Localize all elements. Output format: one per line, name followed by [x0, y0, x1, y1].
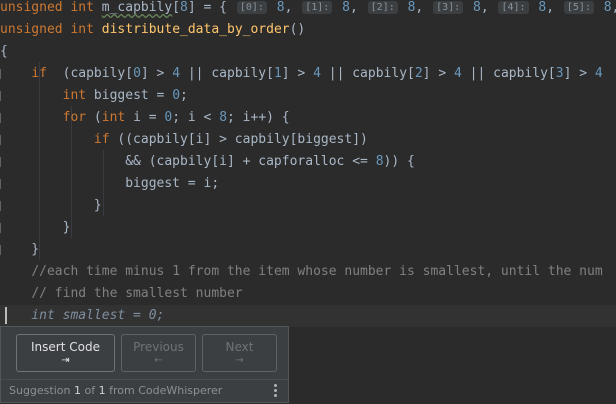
code-line-text: } [0, 242, 40, 257]
code-line[interactable]: } [0, 217, 616, 239]
suggestion-counter: Suggestion 1 of 1 from CodeWhisperer [9, 384, 222, 397]
suggestion-footer: Suggestion 1 of 1 from CodeWhisperer [1, 379, 288, 404]
footer-prefix: Suggestion [9, 384, 74, 397]
code-line[interactable]: if ((capbily[i] > capbily[biggest]) [0, 129, 616, 151]
code-line-text: unsigned int distribute_data_by_order() [0, 22, 306, 37]
code-line-text: if (capbily[0] > 4 || capbily[1] > 4 || … [31, 66, 603, 81]
footer-source: from CodeWhisperer [105, 384, 223, 397]
code-line-text: if ((capbily[i] > capbily[biggest]) [93, 132, 368, 147]
next-label: Next [225, 340, 254, 354]
code-line[interactable]: { [0, 41, 616, 63]
next-button[interactable]: Next → [202, 334, 277, 372]
code-line[interactable]: && (capbily[i] + capforalloc <= 8)) { [0, 151, 616, 173]
code-line-text: } [0, 198, 102, 213]
suggestion-popup: Insert Code ⇥ Previous ← Next → Suggesti… [0, 326, 289, 403]
code-line[interactable]: int biggest = 0; [0, 85, 616, 107]
right-arrow-icon: → [235, 355, 244, 366]
code-line-text: biggest = i; [0, 176, 220, 191]
current-suggestion-number: 1 [74, 384, 81, 397]
code-line-text: } [0, 220, 71, 235]
code-line[interactable]: for (int i = 0; i < 8; i++) { [0, 107, 616, 129]
text-caret [5, 307, 7, 324]
vertical-ellipsis-icon[interactable] [274, 384, 278, 400]
insert-code-label: Insert Code [31, 340, 100, 354]
code-line-text: //each time minus 1 from the item whose … [31, 264, 603, 279]
code-line[interactable]: unsigned int distribute_data_by_order() [0, 19, 616, 41]
code-line[interactable]: //each time minus 1 from the item whose … [0, 261, 616, 283]
code-line[interactable]: unsigned int m_capbily[8] = { [0]: 8, [1… [0, 0, 616, 19]
code-line[interactable]: } [0, 195, 616, 217]
left-arrow-icon: ← [154, 355, 163, 366]
current-code-line[interactable]: int smallest = 0; [0, 305, 616, 327]
code-line[interactable]: // find the smallest number [0, 283, 616, 305]
tab-key-icon: ⇥ [61, 355, 70, 366]
code-line[interactable]: } [0, 239, 616, 261]
footer-of: of [81, 384, 99, 397]
code-line-text: { [0, 44, 8, 59]
code-line-text: for (int i = 0; i < 8; i++) { [62, 110, 290, 125]
code-line[interactable]: if (capbily[0] > 4 || capbily[1] > 4 || … [0, 63, 616, 85]
code-line-text: unsigned int m_capbily[8] = { [0]: 8, [1… [0, 0, 616, 15]
code-line-text: && (capbily[i] + capforalloc <= 8)) { [0, 154, 415, 169]
ghost-suggestion-text: int smallest = 0; [0, 308, 165, 323]
code-line-text: int biggest = 0; [62, 88, 188, 103]
insert-code-button[interactable]: Insert Code ⇥ [16, 334, 115, 372]
code-line[interactable]: biggest = i; [0, 173, 616, 195]
previous-button[interactable]: Previous ← [121, 334, 196, 372]
code-line-text: // find the smallest number [31, 286, 243, 301]
previous-label: Previous [133, 340, 184, 354]
total-suggestions-number: 1 [98, 384, 106, 397]
